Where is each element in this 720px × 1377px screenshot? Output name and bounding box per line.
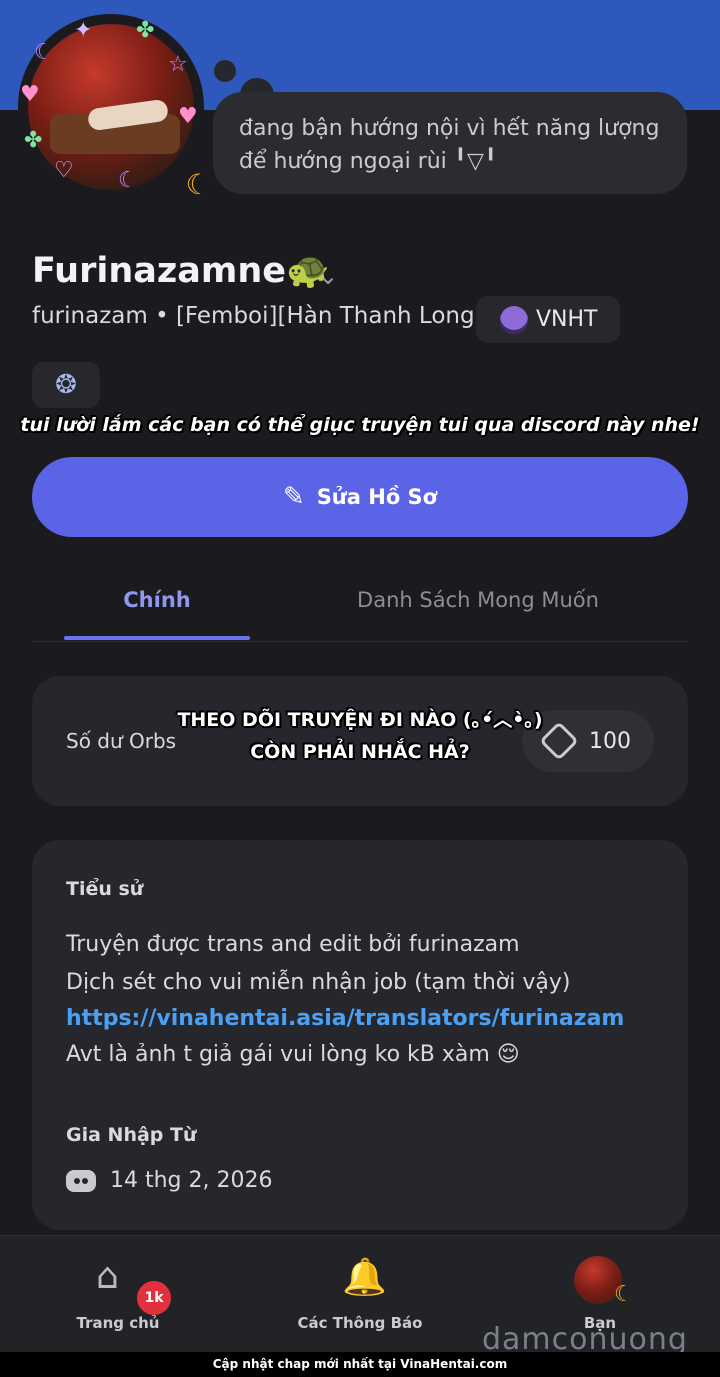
clover-deco-icon: ✤ — [136, 18, 155, 43]
moon-deco-icon: ☾ — [118, 168, 138, 193]
nav-notifications[interactable]: 🔔 Các Thông Báo — [290, 1236, 430, 1353]
member-since-title: Gia Nhập Từ — [66, 1124, 197, 1146]
heart-deco-icon: ♥ — [20, 82, 40, 107]
nav-home-label: Trang chủ — [76, 1314, 160, 1332]
nav-home[interactable]: ⌂ 1k Trang chủ — [58, 1236, 178, 1353]
tab-active-indicator — [64, 636, 250, 640]
moon-icon: ☾ — [185, 167, 211, 201]
discord-icon — [66, 1169, 96, 1192]
bell-icon: 🔔 — [342, 1257, 387, 1298]
display-name[interactable]: Furinazamne🐢 — [32, 250, 330, 291]
bio-card: Tiểu sử Truyện được trans and edit bởi f… — [32, 840, 688, 1230]
server-tag[interactable]: VNHT — [476, 296, 620, 343]
thought-dot — [214, 60, 236, 82]
member-since-row: 14 thg 2, 2026 — [66, 1168, 273, 1193]
heart-deco-icon: ♥ — [178, 104, 198, 129]
edit-profile-button[interactable]: ✎ Sửa Hồ Sơ — [32, 457, 688, 537]
tab-wishlist[interactable]: Danh Sách Mong Muốn — [340, 588, 616, 612]
tab-main[interactable]: Chính — [64, 588, 250, 612]
scanlation-note: tui lười lắm các bạn có thể giục truyện … — [20, 414, 700, 436]
heart-outline-deco-icon: ♡ — [54, 158, 74, 183]
username-pronouns: furinazam • [Femboi][Hàn Thanh Long] — [32, 303, 484, 329]
profile-avatar[interactable]: ☾ ✦ ✤ ☆ ♥ ♥ ✤ ♡ ☾ ☾ — [18, 14, 218, 204]
bio-link[interactable]: https://vinahentai.asia/translators/furi… — [66, 1006, 624, 1031]
moon-deco-icon: ☾ — [34, 40, 54, 65]
server-tag-icon — [500, 305, 528, 334]
laurel-icon: ❂ — [55, 370, 77, 400]
unread-badge: 1k — [134, 1278, 174, 1318]
overlay-line: CÒN PHẢI NHẮC HẢ? — [250, 741, 470, 763]
member-since-date: 14 thg 2, 2026 — [110, 1168, 273, 1193]
home-icon: ⌂ — [96, 1256, 119, 1297]
custom-status-bubble[interactable]: đang bận hướng nội vì hết năng lượng để … — [213, 92, 687, 194]
bio-line: Dịch sét cho vui miễn nhận job (tạm thời… — [66, 970, 571, 995]
tab-divider — [32, 641, 688, 642]
star-outline-deco-icon: ☆ — [168, 52, 188, 77]
scanlation-overlay: THEO DÕI TRUYỆN ĐI NÀO (｡•́︿•̀｡) CÒN PHẢ… — [0, 704, 720, 768]
clover-deco-icon: ✤ — [24, 128, 43, 153]
nav-notifications-label: Các Thông Báo — [297, 1314, 423, 1332]
profile-badge[interactable]: ❂ — [32, 362, 100, 408]
edit-profile-label: Sửa Hồ Sơ — [316, 485, 438, 509]
bio-title: Tiểu sử — [66, 878, 144, 900]
bio-line: Avt là ảnh t giả gái vui lòng ko kB xàm … — [66, 1042, 520, 1067]
chevron-down-icon[interactable]: ⌄ — [318, 262, 338, 290]
server-tag-label: VNHT — [536, 307, 598, 332]
overlay-line: THEO DÕI TRUYỆN ĐI NÀO (｡•́︿•̀｡) — [177, 709, 543, 731]
star-deco-icon: ✦ — [74, 18, 93, 43]
status-badge: ☾ — [178, 164, 218, 204]
bio-line: Truyện được trans and edit bởi furinazam — [66, 932, 520, 957]
moon-icon: ☾ — [614, 1282, 634, 1307]
pencil-icon: ✎ — [282, 482, 305, 512]
footer-banner: Cập nhật chap mới nhất tại VinaHentai.co… — [0, 1352, 720, 1377]
